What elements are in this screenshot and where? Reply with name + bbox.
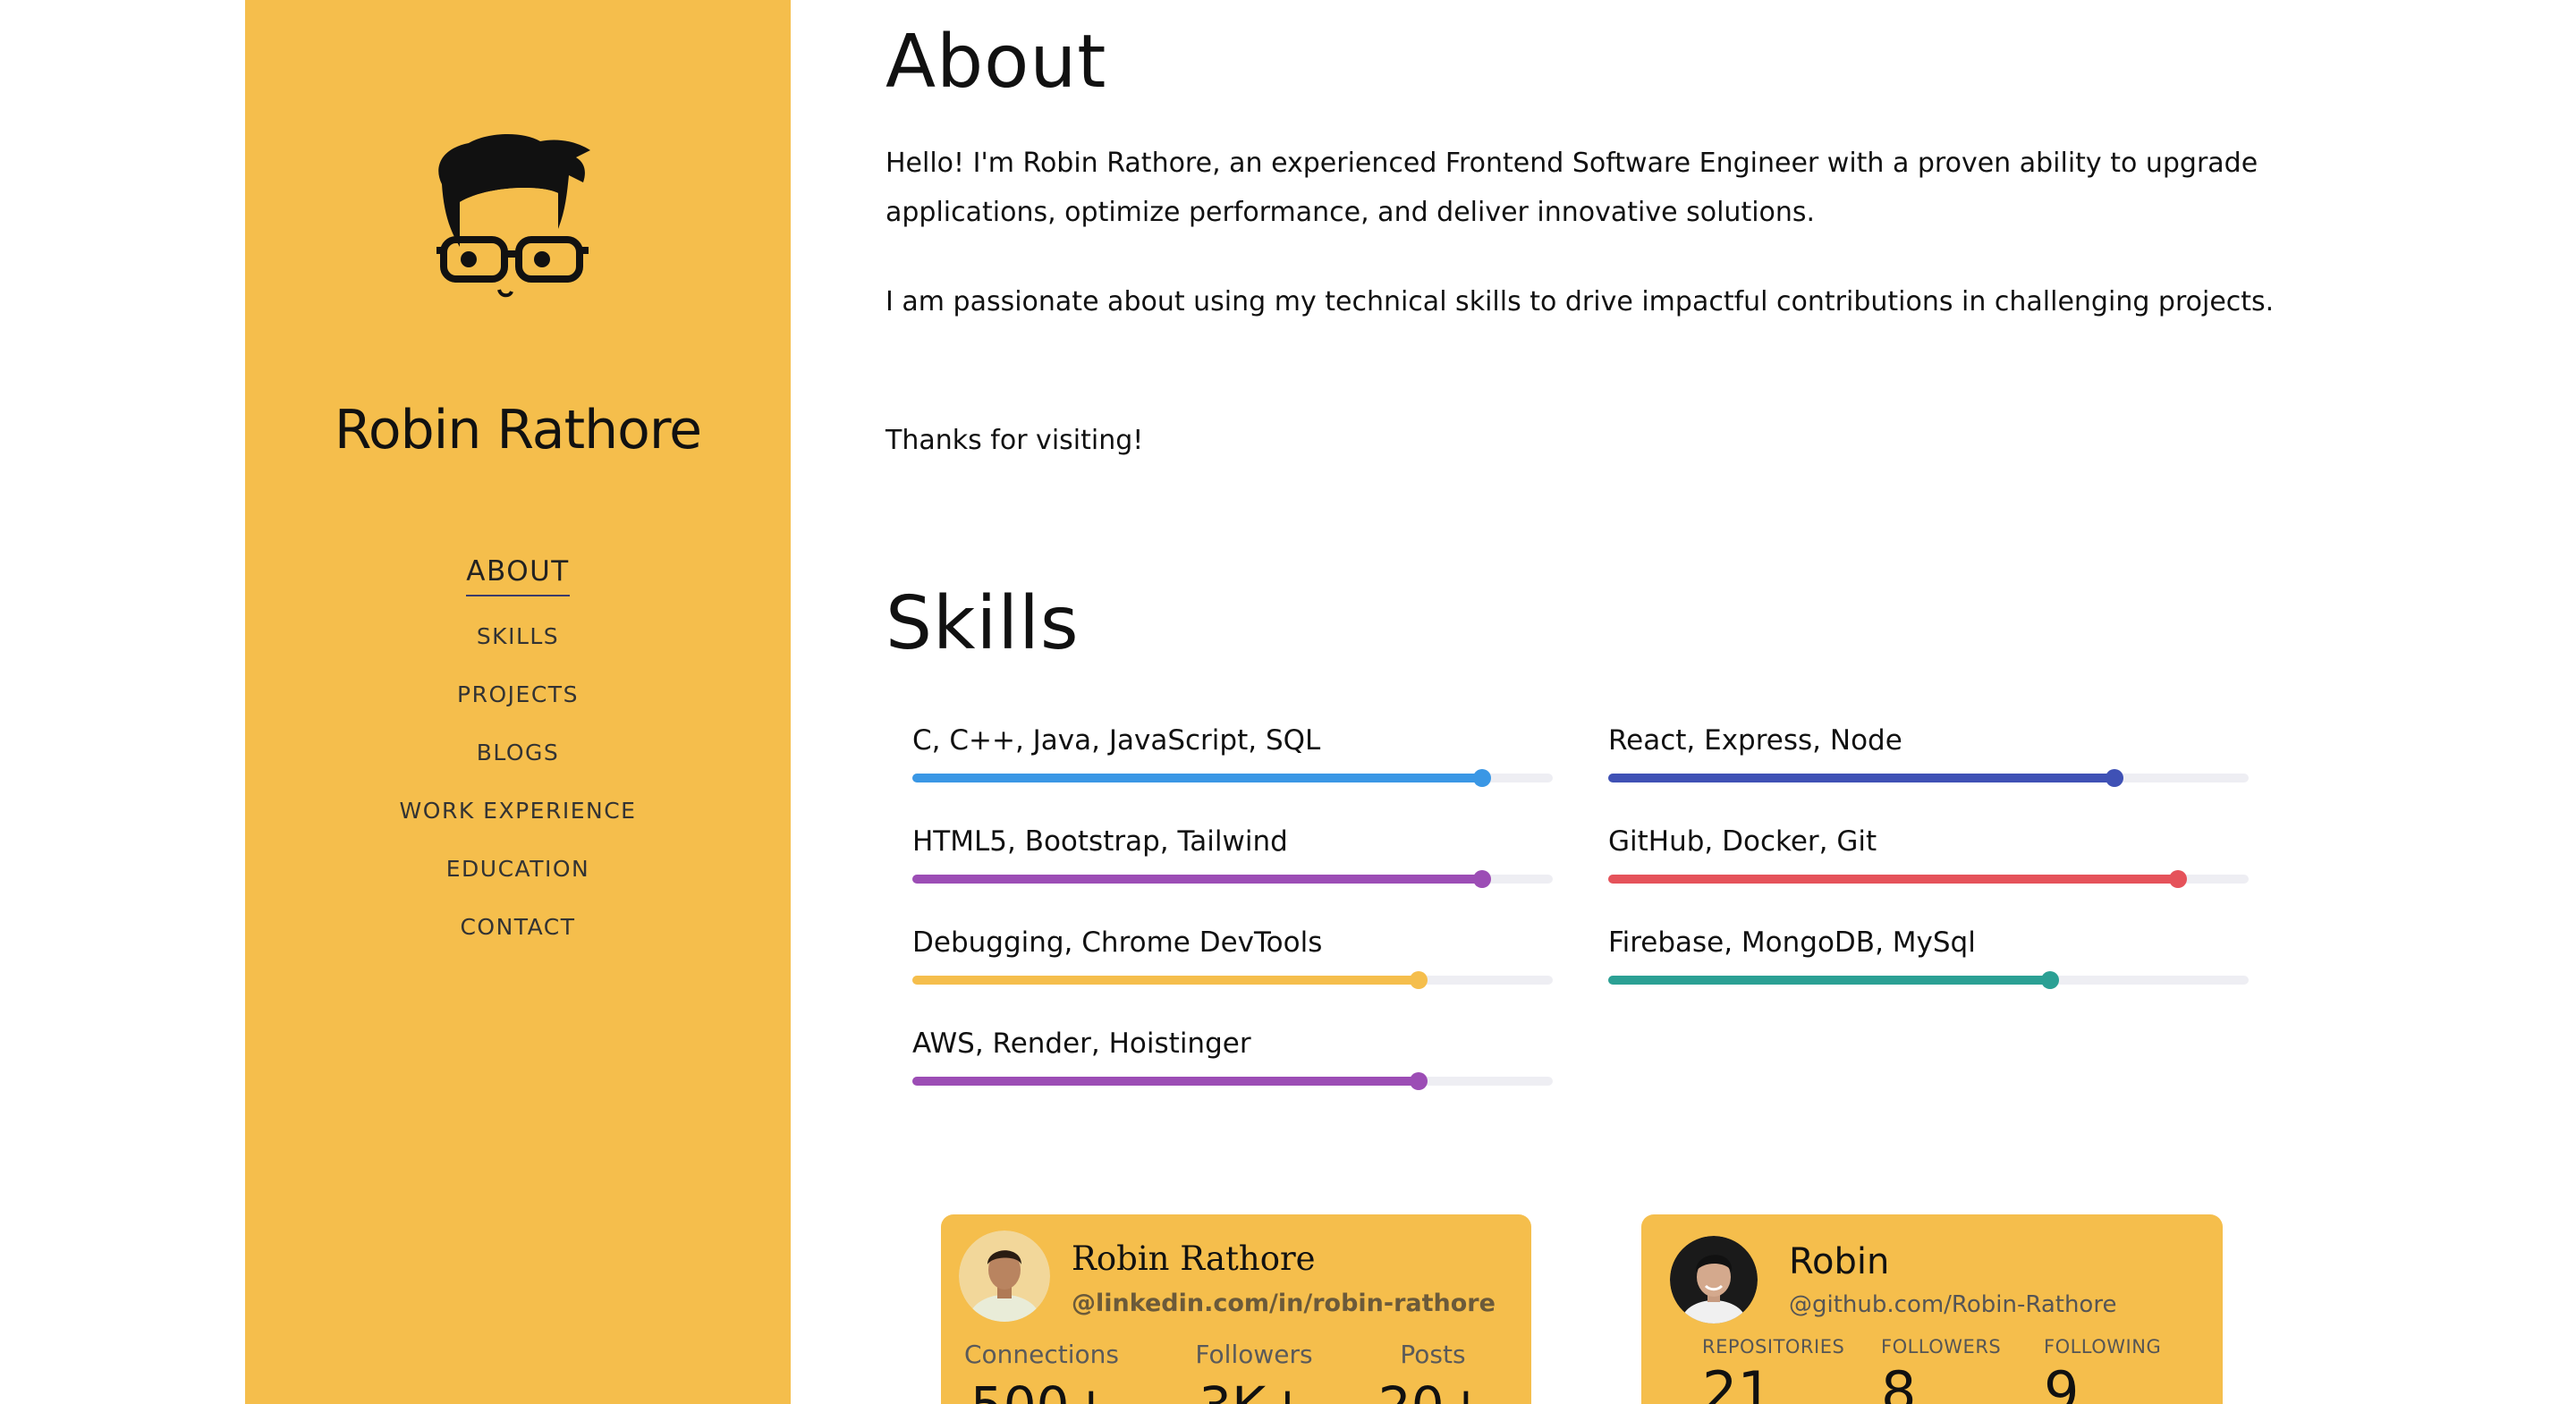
skill-item: Debugging, Chrome DevTools xyxy=(912,926,1553,998)
skill-bar-fill xyxy=(1608,774,2114,782)
linkedin-stat-followers: Followers 3K+ xyxy=(1174,1340,1335,1404)
nav-item-work-experience[interactable]: Work Experience xyxy=(245,782,791,840)
stat-label: REPOSITORIES xyxy=(1702,1336,1845,1357)
linkedin-name: Robin Rathore xyxy=(1072,1239,1316,1278)
skills-heading: Skills xyxy=(886,581,1080,666)
stat-value: 21 xyxy=(1702,1359,1773,1404)
skill-bar xyxy=(1608,769,2249,787)
skill-label: Debugging, Chrome DevTools xyxy=(912,926,1323,959)
github-stat-repositories: REPOSITORIES 21 xyxy=(1702,1336,1844,1404)
linkedin-handle[interactable]: @linkedin.com/in/robin-rathore xyxy=(1072,1290,1496,1317)
nav-item-education[interactable]: Education xyxy=(245,840,791,898)
nav-item-blogs[interactable]: Blogs xyxy=(245,723,791,782)
nav-item-skills[interactable]: Skills xyxy=(245,607,791,665)
skill-label: AWS, Render, Hoistinger xyxy=(912,1028,1251,1060)
stat-label: Connections xyxy=(963,1340,1120,1369)
sidebar-name: Robin Rathore xyxy=(334,399,702,461)
skill-bar-handle xyxy=(2105,769,2123,787)
skill-item: HTML5, Bootstrap, Tailwind xyxy=(912,825,1553,897)
skill-bar-fill xyxy=(912,875,1483,884)
skill-bar xyxy=(912,870,1553,888)
about-paragraph-1: Hello! I'm Robin Rathore, an experienced… xyxy=(886,148,2258,228)
skill-bar-fill xyxy=(912,1077,1419,1086)
skill-item: GitHub, Docker, Git xyxy=(1608,825,2249,897)
skill-label: HTML5, Bootstrap, Tailwind xyxy=(912,825,1288,858)
skill-bar-handle xyxy=(1473,870,1492,888)
skill-bar-handle xyxy=(1409,971,1428,989)
skill-bar-fill xyxy=(912,976,1419,985)
skill-bar xyxy=(912,1072,1553,1090)
nav-item-projects[interactable]: Projects xyxy=(245,665,791,723)
sidebar-nav: About Skills Projects Blogs Work Experie… xyxy=(245,550,791,956)
linkedin-stat-connections: Connections 500+ xyxy=(959,1340,1124,1404)
github-avatar xyxy=(1670,1236,1758,1324)
linkedin-stat-posts: Posts 20+ xyxy=(1352,1340,1513,1404)
github-card[interactable]: Robin @github.com/Robin-Rathore REPOSITO… xyxy=(1641,1214,2223,1404)
skill-bar xyxy=(912,769,1553,787)
stat-value: 3K+ xyxy=(1174,1380,1335,1404)
sidebar: Robin Rathore About Skills Projects Blog… xyxy=(245,0,791,1404)
skill-label: GitHub, Docker, Git xyxy=(1608,825,1877,858)
stat-value: 9 xyxy=(2044,1359,2080,1404)
skill-bar xyxy=(1608,870,2249,888)
skill-item: Firebase, MongoDB, MySql xyxy=(1608,926,2249,998)
skill-item: React, Express, Node xyxy=(1608,724,2249,796)
skill-bar-handle xyxy=(2169,870,2188,888)
linkedin-avatar xyxy=(959,1231,1050,1322)
skill-bar-handle xyxy=(1409,1072,1428,1090)
skill-bar xyxy=(1608,971,2249,989)
github-stat-following: FOLLOWING 9 xyxy=(2044,1336,2161,1404)
stat-label: Posts xyxy=(1400,1340,1466,1369)
stat-label: Followers xyxy=(1195,1340,1313,1369)
stat-value: 8 xyxy=(1881,1359,1917,1404)
skill-bar xyxy=(912,971,1553,989)
github-stat-followers: FOLLOWERS 8 xyxy=(1881,1336,2001,1404)
linkedin-card[interactable]: Robin Rathore @linkedin.com/in/robin-rat… xyxy=(941,1214,1531,1404)
skill-bar-handle xyxy=(2041,971,2060,989)
skill-item: C, C++, Java, JavaScript, SQL xyxy=(912,724,1553,796)
stat-value: 20+ xyxy=(1352,1380,1513,1404)
github-name: Robin xyxy=(1789,1241,1890,1282)
avatar-icon xyxy=(424,131,603,300)
stat-label: FOLLOWERS xyxy=(1881,1336,2002,1357)
stat-label: FOLLOWING xyxy=(2044,1336,2162,1357)
skill-item: AWS, Render, Hoistinger xyxy=(912,1028,1553,1099)
about-heading: About xyxy=(886,20,1107,105)
about-paragraph-2: I am passionate about using my technical… xyxy=(886,286,2275,317)
skill-bar-handle xyxy=(1473,769,1492,787)
skill-bar-fill xyxy=(912,774,1483,782)
skill-label: C, C++, Java, JavaScript, SQL xyxy=(912,724,1321,757)
stat-value: 500+ xyxy=(959,1380,1124,1404)
skill-bar-fill xyxy=(1608,976,2051,985)
skill-label: React, Express, Node xyxy=(1608,724,1902,757)
about-paragraph-3: Thanks for visiting! xyxy=(886,425,1144,456)
skill-bar-fill xyxy=(1608,875,2179,884)
nav-item-contact[interactable]: Contact xyxy=(245,898,791,956)
github-handle[interactable]: @github.com/Robin-Rathore xyxy=(1789,1291,2116,1318)
skill-label: Firebase, MongoDB, MySql xyxy=(1608,926,1976,959)
nav-item-about[interactable]: About xyxy=(466,550,570,596)
